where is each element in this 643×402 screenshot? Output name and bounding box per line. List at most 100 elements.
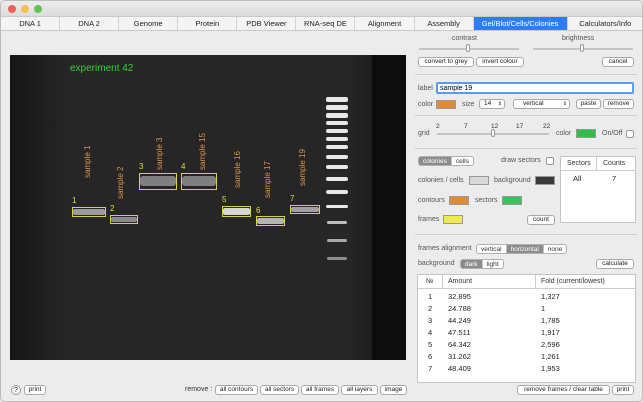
band-frame[interactable]: [110, 215, 138, 224]
tab-calculators-info[interactable]: Calculators/Info: [568, 17, 642, 30]
band-frame[interactable]: [181, 173, 217, 190]
tab-rna-seq-de[interactable]: RNA-seq DE: [296, 17, 356, 30]
table-row[interactable]: 2 24.788 1: [418, 303, 635, 315]
calculate-button[interactable]: calculate: [596, 259, 634, 269]
print-table-button[interactable]: print: [612, 385, 634, 395]
print-button[interactable]: print: [24, 385, 46, 395]
zoom-window-button[interactable]: [34, 5, 42, 13]
close-window-button[interactable]: [8, 5, 16, 13]
tab-genome[interactable]: Genome: [119, 17, 179, 30]
size-select[interactable]: 14 ⇕: [479, 99, 505, 109]
lane-label[interactable]: sample 19: [298, 149, 307, 186]
counts-column-header[interactable]: Counts: [603, 160, 625, 167]
grid-tick: 2: [436, 123, 440, 130]
sectors-color-swatch[interactable]: [502, 196, 522, 205]
tab-alignment[interactable]: Alignment: [355, 17, 415, 30]
invert-colour-button[interactable]: invert colour: [476, 57, 524, 67]
lane-label[interactable]: sample 15: [198, 133, 207, 170]
remove-image-button[interactable]: image: [380, 385, 407, 395]
tab-dna-2[interactable]: DNA 2: [60, 17, 120, 30]
lane-label[interactable]: sample 16: [233, 151, 242, 188]
sectors-column-header[interactable]: Sectors: [567, 160, 591, 167]
remove-all-sectors-button[interactable]: all sectors: [260, 385, 299, 395]
alignment-none-option[interactable]: none: [543, 245, 567, 253]
band-number: 7: [290, 194, 295, 203]
minimize-window-button[interactable]: [21, 5, 29, 13]
frames-background-control[interactable]: dark light: [460, 259, 504, 269]
grid-onoff-checkbox[interactable]: [626, 130, 634, 138]
table-row[interactable]: 5 64.342 2,596: [418, 339, 635, 351]
mode-cells-option[interactable]: cells: [451, 157, 473, 165]
mode-colonies-option[interactable]: colonies: [419, 157, 452, 165]
gel-image-canvas[interactable]: experiment 42 sample 1 sample 2 sample 3…: [10, 55, 406, 360]
paste-button[interactable]: paste: [576, 99, 601, 109]
background-color-swatch[interactable]: [535, 176, 555, 185]
contrast-slider-knob[interactable]: [466, 44, 470, 52]
fold-column-header[interactable]: Fold (current/lowest): [541, 278, 605, 285]
row-number: 4: [428, 328, 433, 337]
row-amount: 31.262: [448, 352, 471, 361]
count-button[interactable]: count: [527, 215, 555, 225]
tab-gel-blot-cells-colonies[interactable]: Gel/Blot/Cells/Colonies: [473, 17, 568, 30]
table-row[interactable]: 1 32.895 1,327: [418, 291, 635, 303]
row-amount: 44.249: [448, 316, 471, 325]
lane-label[interactable]: sample 3: [155, 138, 164, 170]
band-frame[interactable]: [290, 205, 320, 214]
table-row[interactable]: 3 44.249 1,785: [418, 315, 635, 327]
remove-all-frames-button[interactable]: all frames: [301, 385, 339, 395]
contours-color-swatch[interactable]: [449, 196, 469, 205]
cancel-button[interactable]: cancel: [602, 57, 634, 67]
label-color-swatch[interactable]: [436, 100, 456, 109]
amount-column-header[interactable]: Amount: [448, 278, 472, 285]
background-light-option[interactable]: light: [482, 260, 503, 268]
row-number: 3: [428, 316, 433, 325]
app-window: DNA 1 DNA 2 Genome Protein PDB Viewer RN…: [0, 0, 643, 402]
band-frame[interactable]: [256, 216, 285, 226]
label-input[interactable]: [436, 82, 634, 94]
help-button[interactable]: ?: [11, 385, 21, 395]
tab-pdb-viewer[interactable]: PDB Viewer: [237, 17, 297, 30]
grid-color-caption: color: [556, 130, 572, 137]
mode-segmented-control[interactable]: colonies cells: [418, 156, 474, 166]
remove-label-button[interactable]: remove: [603, 99, 634, 109]
lane-label[interactable]: sample 1: [83, 146, 92, 178]
band-number: 3: [139, 162, 144, 171]
alignment-horizontal-option[interactable]: horizontal: [506, 245, 544, 253]
sectors-caption: sectors: [475, 197, 498, 204]
tab-protein[interactable]: Protein: [178, 17, 238, 30]
frames-color-swatch[interactable]: [443, 215, 463, 224]
convert-to-grey-button[interactable]: convert to grey: [418, 57, 474, 67]
draw-sectors-checkbox[interactable]: [546, 157, 554, 165]
table-row[interactable]: 7 48.409 1,953: [418, 363, 635, 375]
colonies-color-swatch[interactable]: [469, 176, 489, 185]
tab-dna-1[interactable]: DNA 1: [1, 17, 61, 30]
tab-bar: DNA 1 DNA 2 Genome Protein PDB Viewer RN…: [1, 17, 642, 31]
remove-frames-clear-table-button[interactable]: remove frames / clear table: [517, 385, 610, 395]
tab-assembly[interactable]: Assembly: [415, 17, 474, 30]
row-number: 2: [428, 304, 433, 313]
onoff-label: On/Off: [602, 130, 623, 137]
remove-all-contours-button[interactable]: all contours: [215, 385, 258, 395]
band-frame[interactable]: [222, 206, 251, 217]
background-dark-option[interactable]: dark: [461, 260, 483, 268]
lane-label[interactable]: sample 2: [116, 167, 125, 199]
draw-sectors-label: draw sectors: [501, 157, 541, 164]
band-number: 2: [110, 204, 115, 213]
table-row[interactable]: 4 47.511 1,917: [418, 327, 635, 339]
band-frame[interactable]: [72, 207, 106, 217]
number-column-header[interactable]: №: [426, 278, 434, 285]
grid-color-swatch[interactable]: [576, 129, 596, 138]
color-caption: color: [418, 101, 434, 108]
orientation-value: vertical: [523, 100, 544, 107]
band-frame[interactable]: [139, 173, 177, 190]
brightness-slider-knob[interactable]: [580, 44, 584, 52]
alignment-vertical-option[interactable]: vertical: [477, 245, 507, 253]
frames-alignment-control[interactable]: vertical horizontal none: [476, 244, 568, 254]
remove-all-layers-button[interactable]: all layers: [341, 385, 378, 395]
sectors-table: Sectors Counts All 7: [560, 156, 636, 223]
table-row[interactable]: 6 31.262 1,261: [418, 351, 635, 363]
grid-slider-knob[interactable]: [491, 129, 495, 137]
remove-caption: remove :: [185, 386, 213, 393]
lane-label[interactable]: sample 17: [263, 161, 272, 198]
orientation-select[interactable]: vertical ⇕: [513, 99, 570, 109]
